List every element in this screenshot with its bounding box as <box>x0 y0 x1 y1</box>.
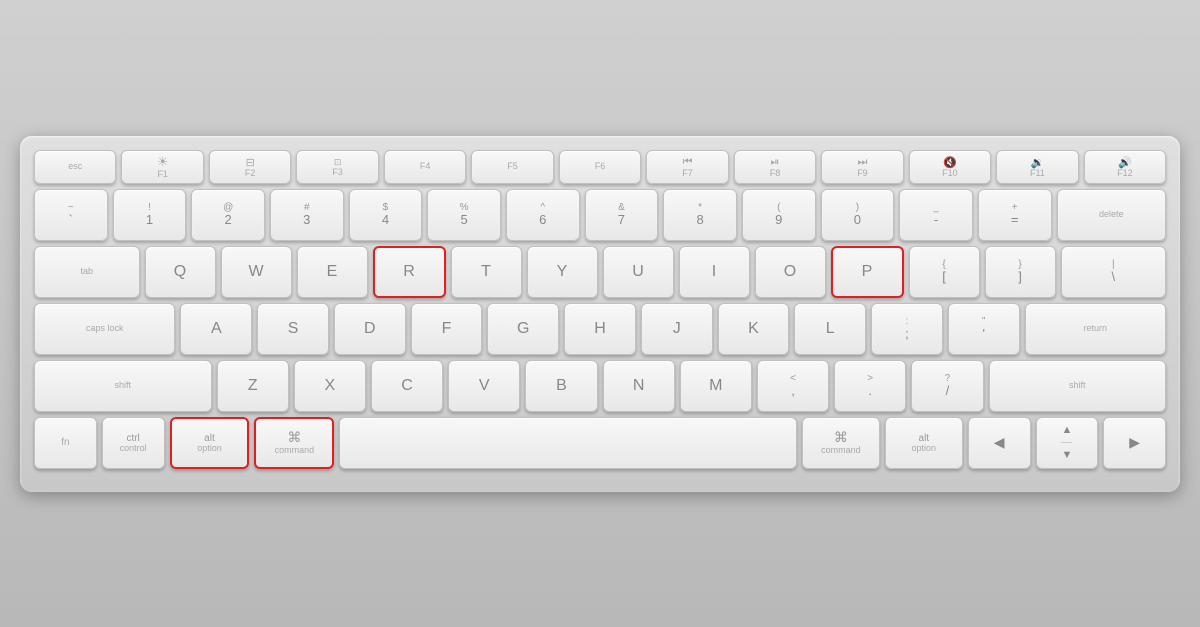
key-quote[interactable]: "' <box>948 303 1020 355</box>
key-semicolon[interactable]: :; <box>871 303 943 355</box>
key-k[interactable]: K <box>718 303 790 355</box>
key-backtick[interactable]: ~` <box>34 189 108 241</box>
key-equals[interactable]: += <box>978 189 1052 241</box>
key-f8[interactable]: ⏯F8 <box>734 150 816 184</box>
key-q[interactable]: Q <box>145 246 216 298</box>
key-b[interactable]: B <box>525 360 597 412</box>
key-comma[interactable]: <, <box>757 360 829 412</box>
key-4[interactable]: $4 <box>349 189 423 241</box>
key-r[interactable]: R <box>373 246 446 298</box>
key-f[interactable]: F <box>411 303 483 355</box>
key-option-right[interactable]: altoption <box>885 417 963 469</box>
key-f1[interactable]: ☀F1 <box>121 150 203 184</box>
key-delete[interactable]: delete <box>1057 189 1166 241</box>
key-arrow-updown[interactable]: ▲ ▼ <box>1036 417 1099 469</box>
key-3[interactable]: #3 <box>270 189 344 241</box>
key-period[interactable]: >. <box>834 360 906 412</box>
key-slash[interactable]: ?/ <box>911 360 983 412</box>
key-9[interactable]: (9 <box>742 189 816 241</box>
key-7[interactable]: &7 <box>585 189 659 241</box>
key-return[interactable]: return <box>1025 303 1166 355</box>
key-1[interactable]: !1 <box>113 189 187 241</box>
key-minus[interactable]: _- <box>899 189 973 241</box>
fn-row: esc ☀F1 ⊟F2 ⊡F3 F4 F5 F6 ⏮F7 ⏯F8 ⏭F9 🔇F1… <box>34 150 1166 184</box>
key-d[interactable]: D <box>334 303 406 355</box>
key-i[interactable]: I <box>679 246 750 298</box>
key-option-left[interactable]: altoption <box>170 417 250 469</box>
key-v[interactable]: V <box>448 360 520 412</box>
key-g[interactable]: G <box>487 303 559 355</box>
key-f4[interactable]: F4 <box>384 150 466 184</box>
asdf-row: caps lock A S D F G H J K L :; "' return <box>34 303 1166 355</box>
qwerty-row: tab Q W E R T Y U I O P {[ }] |\ <box>34 246 1166 298</box>
key-f6[interactable]: F6 <box>559 150 641 184</box>
key-f10[interactable]: 🔇F10 <box>909 150 991 184</box>
key-t[interactable]: T <box>451 246 522 298</box>
zxcv-row: shift Z X C V B N M <, >. ?/ shift <box>34 360 1166 412</box>
key-n[interactable]: N <box>603 360 675 412</box>
key-command-left[interactable]: ⌘command <box>254 417 334 469</box>
key-h[interactable]: H <box>564 303 636 355</box>
key-6[interactable]: ^6 <box>506 189 580 241</box>
number-row: ~` !1 @2 #3 $4 %5 ^6 &7 *8 (9 )0 _- += d… <box>34 189 1166 241</box>
key-command-right[interactable]: ⌘command <box>802 417 880 469</box>
key-ctrl[interactable]: ctrlcontrol <box>102 417 165 469</box>
key-j[interactable]: J <box>641 303 713 355</box>
key-esc[interactable]: esc <box>34 150 116 184</box>
key-5[interactable]: %5 <box>427 189 501 241</box>
key-rshift[interactable]: shift <box>989 360 1167 412</box>
key-u[interactable]: U <box>603 246 674 298</box>
key-x[interactable]: X <box>294 360 366 412</box>
key-backslash[interactable]: |\ <box>1061 246 1167 298</box>
key-0[interactable]: )0 <box>821 189 895 241</box>
key-capslock[interactable]: caps lock <box>34 303 175 355</box>
bottom-row: fn ctrlcontrol altoption ⌘command ⌘comma… <box>34 417 1166 469</box>
key-o[interactable]: O <box>755 246 826 298</box>
key-8[interactable]: *8 <box>663 189 737 241</box>
keyboard: esc ☀F1 ⊟F2 ⊡F3 F4 F5 F6 ⏮F7 ⏯F8 ⏭F9 🔇F1… <box>20 136 1180 492</box>
key-arrow-left[interactable]: ◀ <box>968 417 1031 469</box>
key-z[interactable]: Z <box>217 360 289 412</box>
key-lshift[interactable]: shift <box>34 360 212 412</box>
key-f12[interactable]: 🔊F12 <box>1084 150 1166 184</box>
key-f3[interactable]: ⊡F3 <box>296 150 378 184</box>
key-spacebar[interactable] <box>339 417 797 469</box>
key-rbracket[interactable]: }] <box>985 246 1056 298</box>
key-p[interactable]: P <box>831 246 904 298</box>
key-arrow-right[interactable]: ▶ <box>1103 417 1166 469</box>
key-fn[interactable]: fn <box>34 417 97 469</box>
key-a[interactable]: A <box>180 303 252 355</box>
key-tab[interactable]: tab <box>34 246 140 298</box>
key-l[interactable]: L <box>794 303 866 355</box>
key-f11[interactable]: 🔉F11 <box>996 150 1078 184</box>
key-m[interactable]: M <box>680 360 752 412</box>
key-w[interactable]: W <box>221 246 292 298</box>
key-2[interactable]: @2 <box>191 189 265 241</box>
key-f2[interactable]: ⊟F2 <box>209 150 291 184</box>
key-f9[interactable]: ⏭F9 <box>821 150 903 184</box>
key-f5[interactable]: F5 <box>471 150 553 184</box>
key-e[interactable]: E <box>297 246 368 298</box>
key-s[interactable]: S <box>257 303 329 355</box>
key-c[interactable]: C <box>371 360 443 412</box>
key-y[interactable]: Y <box>527 246 598 298</box>
key-lbracket[interactable]: {[ <box>909 246 980 298</box>
key-f7[interactable]: ⏮F7 <box>646 150 728 184</box>
